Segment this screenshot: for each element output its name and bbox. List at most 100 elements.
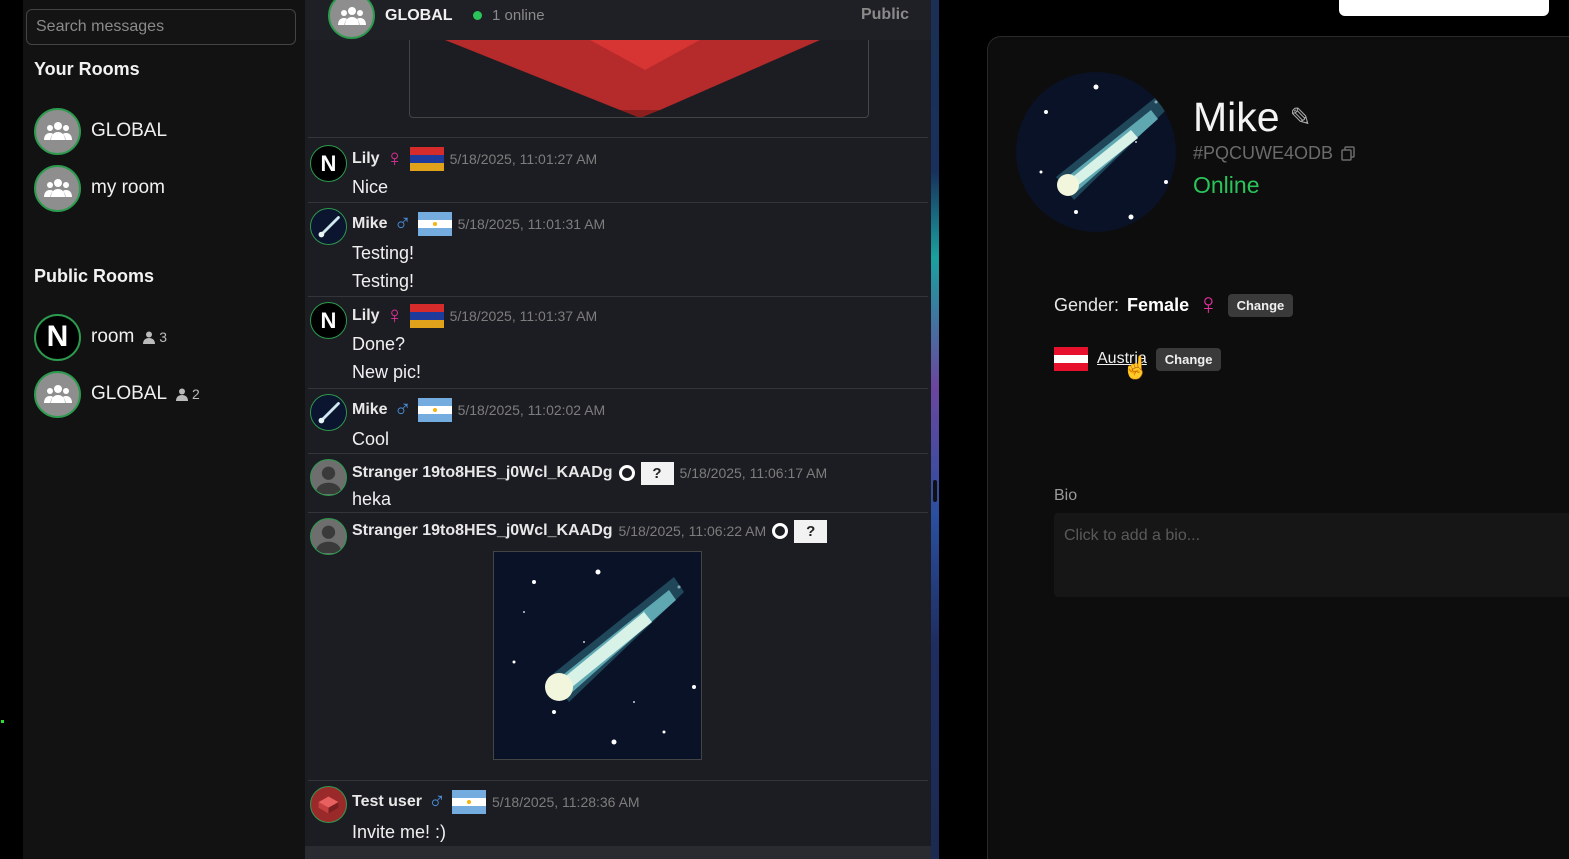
resize-grip-icon[interactable] bbox=[933, 480, 937, 502]
message-time: 5/18/2025, 11:01:31 AM bbox=[457, 216, 606, 232]
room-title: GLOBAL bbox=[385, 7, 453, 24]
avatar[interactable]: N bbox=[310, 302, 347, 339]
austria-flag-icon bbox=[1054, 347, 1088, 371]
public-rooms-title: Public Rooms bbox=[34, 266, 155, 286]
message-time: 5/18/2025, 11:02:02 AM bbox=[457, 402, 606, 418]
avatar[interactable] bbox=[310, 394, 347, 431]
profile-name: Mike bbox=[1193, 94, 1280, 140]
chat-message: Stranger 19to8HES_j0Wcl_KAADg ? 5/18/202… bbox=[308, 453, 928, 512]
male-icon: ♂ bbox=[427, 788, 446, 815]
sidebar: Your Rooms GLOBAL my room Public Rooms N… bbox=[23, 0, 305, 859]
unknown-gender-icon bbox=[618, 465, 635, 481]
profile-id: #PQCUWE4ODB bbox=[1193, 143, 1334, 163]
unknown-gender-icon bbox=[772, 523, 789, 539]
message-text: Nice bbox=[352, 177, 389, 197]
avatar[interactable] bbox=[310, 459, 347, 496]
sidebar-public-room-global[interactable]: GLOBAL 2 bbox=[34, 370, 294, 418]
gender-label: Gender: bbox=[1054, 294, 1120, 315]
chat-message: Mike ♂ 5/18/2025, 11:01:31 AM Testing! T… bbox=[308, 202, 928, 296]
shared-image[interactable] bbox=[493, 551, 702, 760]
search-input[interactable] bbox=[26, 9, 296, 45]
top-action-button[interactable] bbox=[1339, 0, 1549, 16]
edit-pencil-icon[interactable]: ✎ bbox=[1290, 102, 1312, 133]
chat-message: N Lily ♀ 5/18/2025, 11:01:37 AM Done? Ne… bbox=[308, 296, 928, 388]
change-country-button[interactable]: Change bbox=[1155, 347, 1222, 371]
chat-header: GLOBAL 1 online Public bbox=[305, 0, 931, 40]
sidebar-public-room-room[interactable]: N room 3 bbox=[34, 313, 294, 361]
composer-edge bbox=[305, 846, 931, 859]
room-name: GLOBAL bbox=[91, 383, 168, 404]
member-count-value: 2 bbox=[192, 386, 200, 402]
message-time: 5/18/2025, 11:06:22 AM bbox=[618, 523, 767, 539]
member-count: 3 bbox=[143, 329, 167, 345]
online-dot-icon bbox=[473, 11, 482, 20]
person-icon bbox=[176, 388, 189, 401]
message-time: 5/18/2025, 11:06:17 AM bbox=[679, 465, 828, 481]
profile-panel: Mike ✎ #PQCUWE4ODB Online Gender: Female… bbox=[939, 0, 1569, 859]
panel-resize-handle[interactable] bbox=[931, 0, 939, 859]
member-count-value: 3 bbox=[159, 329, 168, 345]
message-author[interactable]: Mike bbox=[352, 215, 388, 233]
message-author[interactable]: Lily bbox=[352, 150, 380, 168]
group-icon bbox=[328, 0, 375, 39]
message-author[interactable]: Stranger 19to8HES_j0Wcl_KAADg bbox=[352, 464, 613, 482]
argentina-flag-icon bbox=[451, 790, 486, 814]
message-text: Done? bbox=[352, 334, 406, 354]
avatar[interactable] bbox=[310, 518, 347, 555]
member-count: 2 bbox=[176, 386, 200, 402]
message-text: New pic! bbox=[352, 362, 422, 382]
message-time: 5/18/2025, 11:28:36 AM bbox=[491, 794, 640, 810]
female-icon: ♀ bbox=[1197, 288, 1220, 321]
bio-label: Bio bbox=[1054, 487, 1078, 504]
online-count: 1 online bbox=[492, 7, 545, 24]
copy-icon[interactable] bbox=[1341, 146, 1355, 161]
gender-row: Gender: Female ♀ Change bbox=[1054, 288, 1294, 321]
group-icon bbox=[34, 370, 81, 418]
shared-image[interactable] bbox=[409, 40, 869, 118]
message-text: heka bbox=[352, 489, 392, 509]
sidebar-room-global[interactable]: GLOBAL bbox=[34, 107, 294, 155]
message-time: 5/18/2025, 11:01:27 AM bbox=[449, 151, 598, 167]
armenia-flag-icon bbox=[409, 304, 444, 328]
message-author[interactable]: Test user bbox=[352, 793, 422, 811]
message-author[interactable]: Mike bbox=[352, 401, 388, 419]
profile-status: Online bbox=[1193, 172, 1260, 198]
message-text: Testing! bbox=[352, 271, 415, 291]
room-name: GLOBAL bbox=[91, 120, 168, 141]
male-icon: ♂ bbox=[393, 210, 412, 237]
room-avatar: N bbox=[34, 313, 81, 361]
profile-id-row: #PQCUWE4ODB bbox=[1193, 143, 1355, 164]
person-icon bbox=[143, 331, 156, 344]
message-text: Cool bbox=[352, 429, 390, 449]
gender-value: Female bbox=[1127, 294, 1190, 315]
hand-cursor-icon: ☝ bbox=[1122, 355, 1150, 380]
female-icon: ♀ bbox=[385, 145, 404, 172]
message-author[interactable]: Stranger 19to8HES_j0Wcl_KAADg bbox=[352, 522, 613, 540]
chat-message: Mike ♂ 5/18/2025, 11:02:02 AM Cool bbox=[308, 388, 928, 453]
argentina-flag-icon bbox=[417, 212, 452, 236]
indicator-dot bbox=[1, 720, 4, 723]
female-icon: ♀ bbox=[385, 302, 404, 329]
message-text: Invite me! :) bbox=[352, 822, 447, 842]
message-text: Testing! bbox=[352, 243, 415, 263]
chat-message: Test user ♂ 5/18/2025, 11:28:36 AM Invit… bbox=[308, 780, 928, 846]
avatar[interactable] bbox=[310, 786, 347, 823]
argentina-flag-icon bbox=[417, 398, 452, 422]
bio-field[interactable]: Click to add a bio... bbox=[1054, 513, 1569, 597]
avatar[interactable]: N bbox=[310, 145, 347, 182]
profile-name-row: Mike ✎ bbox=[1193, 94, 1311, 141]
profile-avatar[interactable] bbox=[1016, 72, 1176, 232]
male-icon: ♂ bbox=[393, 396, 412, 423]
message-time: 5/18/2025, 11:01:37 AM bbox=[449, 308, 598, 324]
armenia-flag-icon bbox=[409, 147, 444, 171]
room-name: room bbox=[91, 326, 135, 347]
unknown-flag-icon: ? bbox=[794, 519, 828, 543]
change-gender-button[interactable]: Change bbox=[1227, 293, 1294, 317]
your-rooms-title: Your Rooms bbox=[34, 59, 140, 79]
app-root: Your Rooms GLOBAL my room Public Rooms N… bbox=[0, 0, 1569, 859]
avatar[interactable] bbox=[310, 208, 347, 245]
message-author[interactable]: Lily bbox=[352, 307, 380, 325]
room-visibility: Public bbox=[860, 6, 909, 23]
sidebar-room-my-room[interactable]: my room bbox=[34, 164, 294, 212]
group-icon bbox=[34, 164, 81, 212]
